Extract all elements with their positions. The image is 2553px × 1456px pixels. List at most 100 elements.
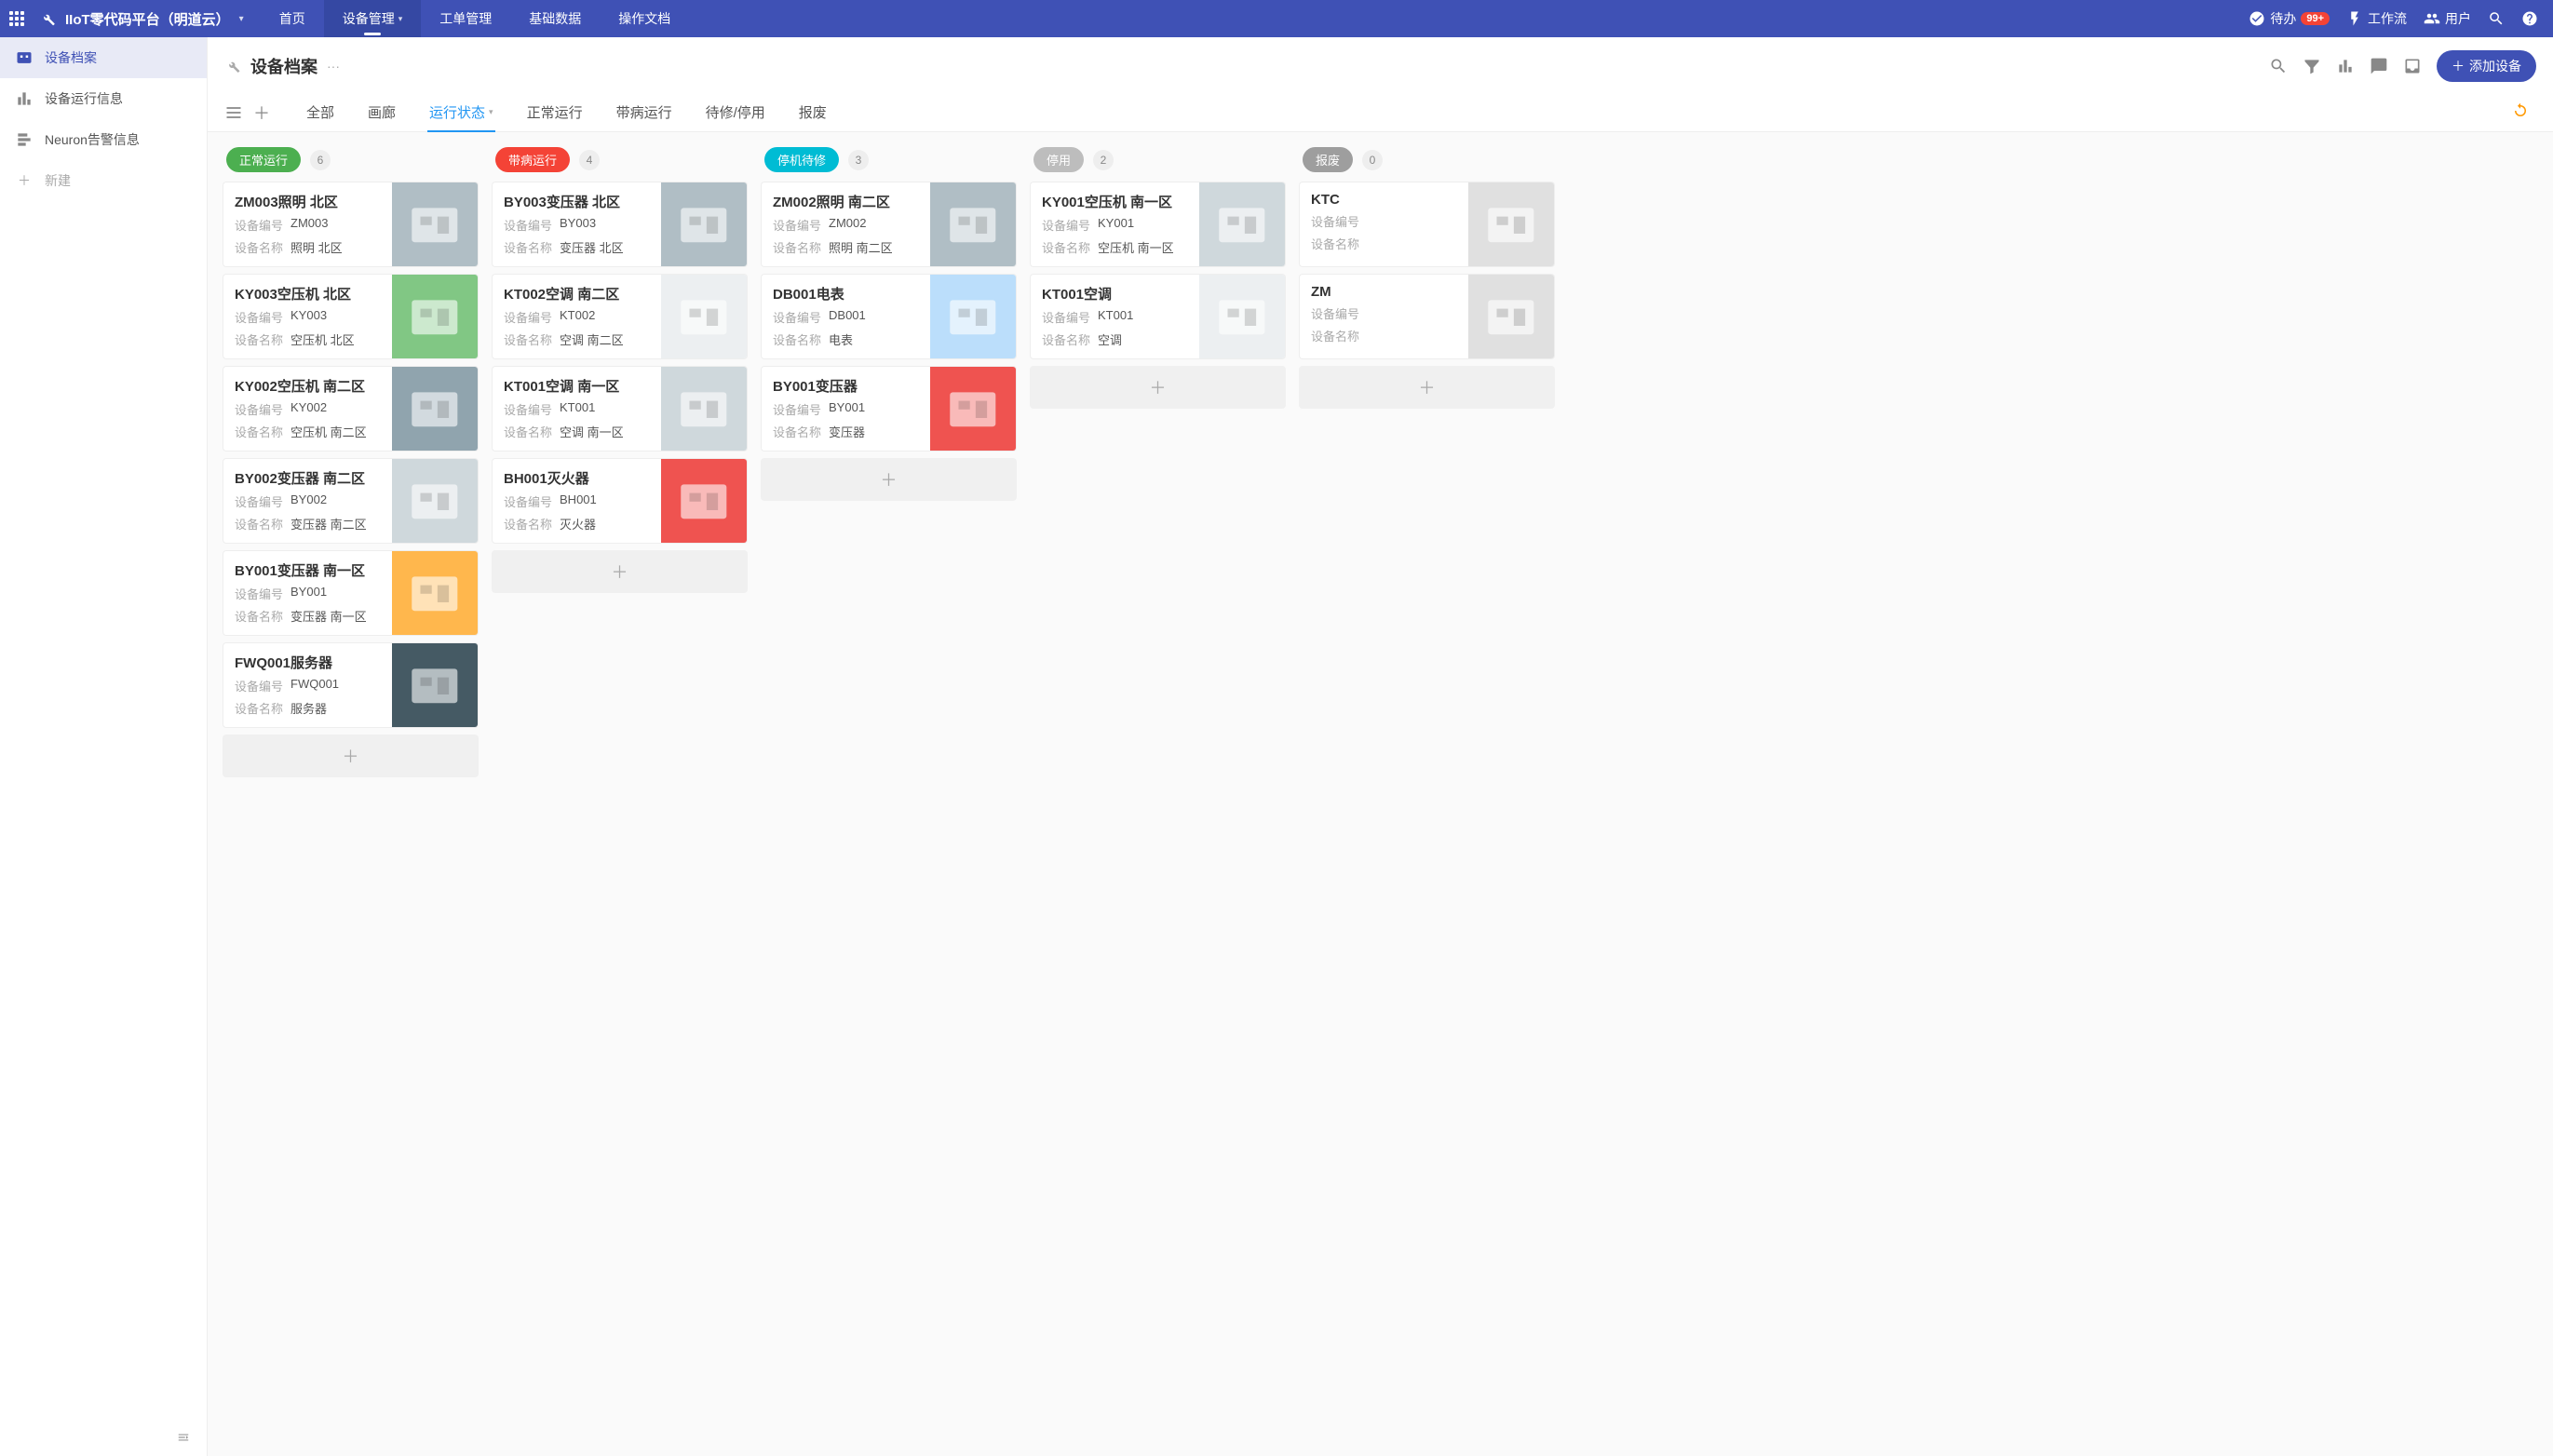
- device-card[interactable]: BY002变压器 南二区设备编号BY002设备名称变压器 南二区: [223, 458, 479, 544]
- add-view-icon[interactable]: ＋: [252, 103, 271, 122]
- tab-2[interactable]: 运行状态▾: [427, 93, 495, 131]
- list-view-icon[interactable]: [224, 103, 243, 122]
- user-button[interactable]: 用户: [2424, 9, 2471, 28]
- card-thumbnail: [392, 459, 478, 544]
- field-label-code: 设备编号: [235, 585, 283, 602]
- sidebar-collapse-button[interactable]: [0, 1422, 207, 1456]
- todo-label: 待办: [2270, 9, 2296, 28]
- card-title: DB001电表: [773, 284, 919, 303]
- apps-icon[interactable]: [7, 9, 26, 28]
- field-label-name: 设备名称: [1042, 330, 1090, 348]
- field-label-code: 设备编号: [504, 216, 552, 234]
- device-card[interactable]: ZM003照明 北区设备编号ZM003设备名称照明 北区: [223, 182, 479, 267]
- device-card[interactable]: ZM002照明 南二区设备编号ZM002设备名称照明 南二区: [761, 182, 1017, 267]
- topnav-item-3[interactable]: 基础数据: [510, 0, 600, 37]
- device-card[interactable]: BY001变压器设备编号BY001设备名称变压器: [761, 366, 1017, 452]
- workflow-button[interactable]: 工作流: [2346, 9, 2407, 28]
- filter-icon[interactable]: [2303, 57, 2321, 75]
- topbar-right: 待办 99+ 工作流 用户: [2249, 9, 2546, 28]
- device-card[interactable]: BY003变压器 北区设备编号BY003设备名称变压器 北区: [492, 182, 748, 267]
- device-card[interactable]: KY003空压机 北区设备编号KY003设备名称空压机 北区: [223, 274, 479, 359]
- tabs-list: 全部画廊运行状态▾ 正常运行带病运行待修/停用报废: [304, 93, 829, 131]
- app-dropdown-icon[interactable]: ▾: [239, 14, 244, 24]
- card-thumbnail: [661, 275, 747, 359]
- field-label-name: 设备名称: [504, 330, 552, 348]
- page-header-actions: ＋ 添加设备: [2269, 50, 2536, 82]
- device-card[interactable]: BY001变压器 南一区设备编号BY001设备名称变压器 南一区: [223, 550, 479, 636]
- field-label-name: 设备名称: [773, 423, 821, 440]
- column-title-pill[interactable]: 带病运行: [495, 147, 570, 172]
- tab-5[interactable]: 待修/停用: [704, 93, 767, 131]
- card-text: BY001变压器 南一区设备编号BY001设备名称变压器 南一区: [223, 551, 392, 635]
- card-devname: 电表: [829, 330, 853, 348]
- device-card[interactable]: DB001电表设备编号DB001设备名称电表: [761, 274, 1017, 359]
- card-text: FWQ001服务器设备编号FWQ001设备名称服务器: [223, 643, 392, 727]
- todo-button[interactable]: 待办 99+: [2249, 9, 2330, 28]
- device-card[interactable]: KTC设备编号设备名称: [1299, 182, 1555, 267]
- column-title-pill[interactable]: 停机待修: [764, 147, 839, 172]
- card-code: BY002: [290, 492, 327, 510]
- bolt-icon: [2346, 10, 2363, 27]
- device-card[interactable]: KY002空压机 南二区设备编号KY002设备名称空压机 南二区: [223, 366, 479, 452]
- topbar-left: IIoT零代码平台（明道云） ▾: [7, 9, 244, 29]
- device-card[interactable]: KT001空调设备编号KT001设备名称空调: [1030, 274, 1286, 359]
- topnav-item-0[interactable]: 首页: [261, 0, 324, 37]
- card-text: BY003变压器 北区设备编号BY003设备名称变压器 北区: [493, 182, 661, 266]
- tab-1[interactable]: 画廊: [366, 93, 398, 131]
- sidebar-item-0[interactable]: 设备档案: [0, 37, 207, 78]
- sidebar-item-icon: [15, 130, 34, 149]
- card-devname: 变压器: [829, 423, 865, 440]
- card-devname: 空调: [1098, 330, 1122, 348]
- add-card-button[interactable]: ＋: [761, 458, 1017, 501]
- column-body: KTC设备编号设备名称ZM设备编号设备名称 ＋: [1299, 182, 1555, 1449]
- device-card[interactable]: ZM设备编号设备名称: [1299, 274, 1555, 359]
- add-card-button[interactable]: ＋: [492, 550, 748, 593]
- search-icon[interactable]: [2488, 10, 2505, 27]
- card-text: BH001灭火器设备编号BH001设备名称灭火器: [493, 459, 661, 543]
- help-icon[interactable]: [2521, 10, 2538, 27]
- column-title-pill[interactable]: 报废: [1303, 147, 1353, 172]
- tab-3[interactable]: 正常运行: [525, 93, 585, 131]
- stats-icon[interactable]: [2336, 57, 2355, 75]
- card-code: KT002: [560, 308, 595, 326]
- tab-0[interactable]: 全部: [304, 93, 336, 131]
- card-text: KT002空调 南二区设备编号KT002设备名称空调 南二区: [493, 275, 661, 358]
- sidebar-item-1[interactable]: 设备运行信息: [0, 78, 207, 119]
- column-count: 6: [310, 150, 331, 170]
- people-icon: [2424, 10, 2440, 27]
- device-card[interactable]: KT001空调 南一区设备编号KT001设备名称空调 南一区: [492, 366, 748, 452]
- page-more-icon[interactable]: ···: [327, 59, 340, 74]
- card-devname: 变压器 北区: [560, 238, 624, 256]
- column-title-pill[interactable]: 正常运行: [226, 147, 301, 172]
- inbox-icon[interactable]: [2403, 57, 2422, 75]
- refresh-icon[interactable]: [2505, 95, 2536, 129]
- topnav-item-1[interactable]: 设备管理▾: [324, 0, 422, 37]
- add-card-button[interactable]: ＋: [1030, 366, 1286, 409]
- card-title: ZM: [1311, 284, 1457, 300]
- app-title[interactable]: IIoT零代码平台（明道云）: [65, 9, 230, 29]
- device-card[interactable]: BH001灭火器设备编号BH001设备名称灭火器: [492, 458, 748, 544]
- chevron-down-icon: ▾: [489, 107, 493, 117]
- kanban-board[interactable]: 正常运行 6 ZM003照明 北区设备编号ZM003设备名称照明 北区KY003空压…: [208, 132, 2553, 1456]
- tab-6[interactable]: 报废: [797, 93, 829, 131]
- card-devname: 照明 南二区: [829, 238, 893, 256]
- field-label-code: 设备编号: [504, 308, 552, 326]
- topnav-item-2[interactable]: 工单管理: [421, 0, 510, 37]
- card-thumbnail: [392, 551, 478, 636]
- header-search-icon[interactable]: [2269, 57, 2288, 75]
- add-device-button[interactable]: ＋ 添加设备: [2437, 50, 2536, 82]
- card-title: KT001空调 南一区: [504, 376, 650, 396]
- tab-4[interactable]: 带病运行: [615, 93, 674, 131]
- device-card[interactable]: FWQ001服务器设备编号FWQ001设备名称服务器: [223, 642, 479, 728]
- add-card-button[interactable]: ＋: [1299, 366, 1555, 409]
- device-card[interactable]: KT002空调 南二区设备编号KT002设备名称空调 南二区: [492, 274, 748, 359]
- column-title-pill[interactable]: 停用: [1033, 147, 1084, 172]
- add-card-button[interactable]: ＋: [223, 735, 479, 777]
- sidebar-new-button[interactable]: ＋ 新建: [0, 160, 207, 201]
- comment-icon[interactable]: [2370, 57, 2388, 75]
- card-thumbnail: [930, 367, 1016, 452]
- device-card[interactable]: KY001空压机 南一区设备编号KY001设备名称空压机 南一区: [1030, 182, 1286, 267]
- sidebar-item-2[interactable]: Neuron告警信息: [0, 119, 207, 160]
- field-label-name: 设备名称: [504, 515, 552, 533]
- topnav-item-4[interactable]: 操作文档: [600, 0, 689, 37]
